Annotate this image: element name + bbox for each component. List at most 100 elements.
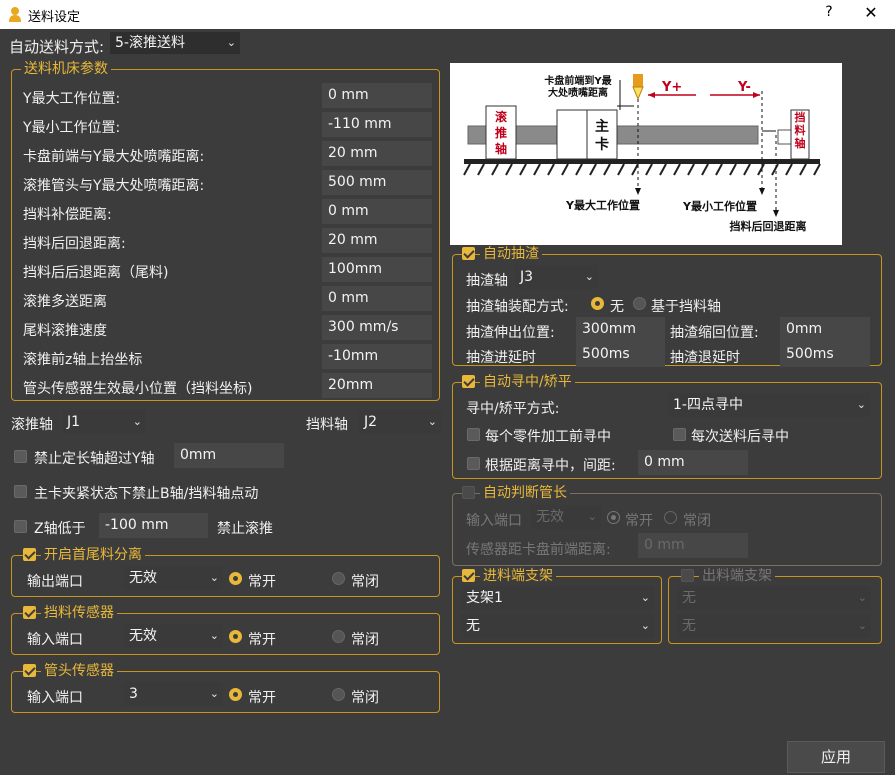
centering-mode-value: 1-四点寻中 (673, 397, 743, 413)
each-part-checkbox[interactable] (467, 428, 480, 441)
sensor-dist-input[interactable]: 0 mm (638, 533, 748, 558)
feed-diagram: 滚推轴 主卡 挡料轴 卡盘前端到Y最大处喷嘴距离 Y+ Y- Y最大工作位置 Y… (450, 63, 842, 245)
head-tail-port-select[interactable]: 无效 ⌄ (124, 566, 223, 590)
head-tail-checkbox[interactable] (23, 548, 36, 561)
chuck-clamp-label: 主卡夹紧状态下禁止B轴/挡料轴点动 (34, 486, 259, 502)
slag-mount-stop-radio[interactable] (633, 297, 646, 310)
head-tail-port-value: 无效 (129, 570, 157, 586)
param-input[interactable]: 500 mm (322, 170, 432, 195)
feed-support-title: 进料端支架 (480, 568, 556, 584)
centering-checkbox[interactable] (462, 375, 475, 388)
out-support-value-2: 无 (682, 618, 696, 634)
head-tail-nc-radio[interactable] (332, 572, 345, 585)
stop-sensor-nc-radio[interactable] (332, 630, 345, 643)
head-tail-port-label: 输出端口 (27, 574, 83, 590)
forbid-long-axis-checkbox[interactable] (14, 450, 27, 463)
each-part-label: 每个零件加工前寻中 (485, 429, 611, 445)
y-min-arrowhead (759, 188, 765, 195)
param-input[interactable]: 0 mm (322, 199, 432, 224)
param-input[interactable]: -10mm (322, 344, 432, 369)
tube-judge-nc-radio[interactable] (664, 511, 677, 524)
chuck-to-y-line2: 大处喷嘴距离 (548, 86, 608, 99)
feed-support-select-2[interactable]: 无 ⌄ (461, 614, 654, 638)
slag-in-delay-input[interactable]: 500ms (576, 342, 665, 367)
close-button[interactable]: ✕ (862, 3, 880, 22)
out-support-select-1[interactable]: 无 ⌄ (677, 586, 871, 610)
centering-mode-select[interactable]: 1-四点寻中 ⌄ (668, 393, 870, 417)
out-support-checkbox[interactable] (681, 569, 694, 582)
centering-title: 自动寻中/矫平 (480, 374, 575, 390)
each-feed-checkbox[interactable] (673, 428, 686, 441)
chevron-down-icon: ⌄ (209, 571, 219, 584)
nozzle-tip (632, 86, 644, 101)
stop-sensor-no-label: 常开 (248, 632, 276, 648)
retreat-arrowhead (773, 210, 779, 217)
chevron-down-icon: ⌄ (209, 687, 219, 700)
tube-judge-no-radio[interactable] (607, 511, 620, 524)
roll-axis-label: 滚推轴 (11, 417, 53, 433)
feed-support-select-1[interactable]: 支架1 ⌄ (461, 586, 654, 610)
out-support-select-2[interactable]: 无 ⌄ (677, 614, 871, 638)
param-input[interactable]: 20 mm (322, 141, 432, 166)
stop-sensor-port-select[interactable]: 无效 ⌄ (124, 624, 223, 648)
slag-out-delay-input[interactable]: 500ms (780, 342, 870, 367)
forbid-long-axis-input[interactable]: 0mm (174, 443, 284, 468)
param-label: 挡料补偿距离: (23, 207, 112, 223)
chevron-down-icon: ⌄ (584, 270, 594, 283)
param-input[interactable]: 300 mm/s (322, 315, 432, 340)
feed-support-checkbox[interactable] (462, 569, 475, 582)
slag-axis-select[interactable]: J3 ⌄ (515, 265, 598, 289)
roll-axis-text: 滚推轴 (495, 109, 508, 156)
stop-sensor-nc-label: 常闭 (351, 632, 379, 648)
head-tail-no-label: 常开 (248, 574, 276, 590)
by-distance-checkbox[interactable] (467, 457, 480, 470)
tube-judge-port-select[interactable]: 无效 ⌄ (531, 505, 601, 529)
slag-retract-input[interactable]: 0mm (780, 317, 870, 342)
head-sensor-nc-radio[interactable] (332, 688, 345, 701)
head-sensor-nc-label: 常闭 (351, 690, 379, 706)
help-button[interactable]: ? (822, 4, 836, 20)
head-sensor-port-select[interactable]: 3 ⌄ (124, 682, 223, 706)
param-label: 挡料后后退距离（尾料) (23, 265, 169, 281)
chevron-down-icon: ⌄ (587, 510, 597, 523)
base-rail (464, 159, 820, 164)
head-sensor-checkbox[interactable] (23, 664, 36, 677)
z-low-checkbox[interactable] (14, 520, 27, 533)
auto-feed-label: 自动送料方式: (9, 38, 105, 56)
slag-extend-input[interactable]: 300mm (576, 317, 665, 342)
param-label: Y最大工作位置: (23, 91, 121, 107)
tube-judge-checkbox[interactable] (462, 486, 475, 499)
param-input[interactable]: 0 mm (322, 286, 432, 311)
slag-mount-label: 抽渣轴装配方式: (466, 299, 569, 315)
apply-button[interactable]: 应用 (787, 741, 885, 773)
param-label: 卡盘前端与Y最大处喷嘴距离: (23, 149, 205, 165)
slag-mount-none-radio[interactable] (591, 297, 604, 310)
stop-axis-select[interactable]: J2 ⌄ (359, 410, 441, 434)
z-low-input[interactable]: -100 mm (99, 513, 208, 538)
y-max-arrowhead (635, 188, 641, 195)
sensor-dist-label: 传感器距卡盘前端距离: (466, 542, 611, 558)
by-distance-input[interactable]: 0 mm (638, 450, 748, 475)
stop-axis-label: 挡料轴 (306, 417, 348, 433)
chuck-clamp-checkbox[interactable] (14, 485, 27, 498)
param-input[interactable]: 100mm (322, 257, 432, 282)
out-support-title: 出料端支架 (699, 568, 775, 584)
head-tail-no-radio[interactable] (229, 572, 242, 585)
title-bar: 送料设定 ? ✕ (0, 0, 895, 29)
head-sensor-no-radio[interactable] (229, 688, 242, 701)
param-label: 尾料滚推速度 (23, 323, 107, 339)
centering-mode-label: 寻中/矫平方式: (466, 401, 560, 417)
param-input[interactable]: 20 mm (322, 228, 432, 253)
slag-extend-label: 抽渣伸出位置: (466, 325, 555, 341)
param-input[interactable]: 0 mm (322, 83, 432, 108)
auto-feed-select[interactable]: 5-滚推送料 ⌄ (110, 32, 240, 54)
stop-sensor-checkbox[interactable] (23, 606, 36, 619)
param-input[interactable]: 20mm (322, 373, 432, 398)
slag-checkbox[interactable] (462, 247, 475, 260)
stop-sensor-no-radio[interactable] (229, 630, 242, 643)
param-input[interactable]: -110 mm (322, 112, 432, 137)
chuck-to-y-line1: 卡盘前端到Y最 (544, 74, 612, 87)
roll-axis-select[interactable]: J1 ⌄ (62, 410, 146, 434)
slag-retract-label: 抽渣缩回位置: (670, 325, 759, 341)
retreat-text: 挡料后回退距离 (730, 219, 807, 233)
